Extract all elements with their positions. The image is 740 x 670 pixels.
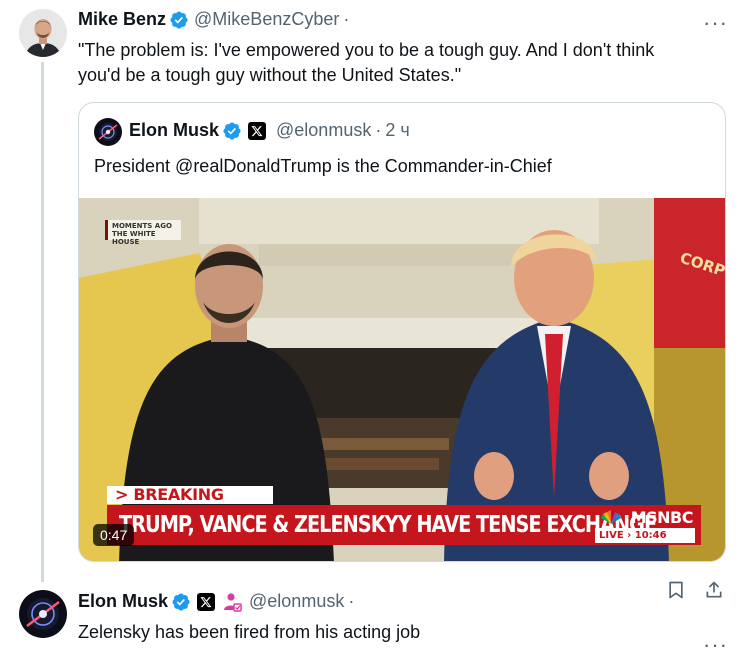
tweet-text-line: "The problem is: I've empowered you to b… bbox=[78, 40, 655, 60]
x-logo-icon bbox=[248, 121, 267, 140]
breaking-news-tag: > BREAKING NEWS bbox=[107, 486, 273, 522]
reply-author-handle[interactable]: @elonmusk bbox=[249, 591, 344, 612]
reply-more-options-icon[interactable]: ··· bbox=[703, 634, 728, 656]
tweet-text: "The problem is: I've empowered you to b… bbox=[78, 38, 654, 88]
quoted-author-name[interactable]: Elon Musk bbox=[129, 120, 219, 141]
quoted-author-handle[interactable]: @elonmusk bbox=[276, 120, 371, 141]
thread-line bbox=[41, 62, 44, 582]
reply-author-name[interactable]: Elon Musk bbox=[78, 591, 168, 612]
author-avatar[interactable] bbox=[19, 9, 67, 57]
news-lower-third: TRUMP, VANCE & ZELENSKYY HAVE TENSE EXCH… bbox=[107, 505, 701, 545]
bookmark-icon[interactable] bbox=[663, 577, 689, 603]
verified-badge-icon bbox=[223, 121, 241, 140]
bug-line: MOMENTS AGO bbox=[112, 222, 172, 230]
main-tweet[interactable]: Mike Benz @MikeBenzCyber · ··· "The prob… bbox=[0, 0, 740, 582]
reply-tweet-text: Zelensky has been fired from his acting … bbox=[78, 622, 421, 642]
more-options-icon[interactable]: ··· bbox=[703, 12, 728, 34]
news-headline: TRUMP, VANCE & ZELENSKYY HAVE TENSE EXCH… bbox=[119, 512, 657, 538]
quoted-author-avatar[interactable] bbox=[94, 118, 122, 146]
tweet-text-line: you'd be a tough guy without the United … bbox=[78, 65, 462, 85]
quoted-tweet-text: President @realDonaldTrump is the Comman… bbox=[94, 156, 552, 176]
x-logo-icon bbox=[197, 592, 216, 611]
quoted-tweet-card[interactable]: Elon Musk @elonmusk · 2 ч President @rea… bbox=[78, 102, 726, 562]
separator-dot: · bbox=[343, 9, 350, 29]
tweet-header: Mike Benz @MikeBenzCyber · bbox=[78, 9, 349, 30]
bug-line: THE WHITE HOUSE bbox=[112, 230, 156, 246]
channel-location-bug: MOMENTS AGO THE WHITE HOUSE bbox=[105, 220, 181, 246]
affiliate-icon bbox=[224, 592, 242, 612]
separator-dot: · bbox=[348, 591, 355, 611]
peacock-icon bbox=[601, 510, 621, 524]
video-duration: 0:47 bbox=[93, 524, 135, 546]
share-icon[interactable] bbox=[701, 577, 727, 603]
verified-badge-icon bbox=[170, 10, 188, 29]
author-name[interactable]: Mike Benz bbox=[78, 9, 166, 30]
network-name: MSNBC bbox=[630, 508, 694, 527]
author-handle[interactable]: @MikeBenzCyber bbox=[194, 9, 339, 30]
separator-dot: · bbox=[375, 120, 382, 140]
verified-badge-icon bbox=[172, 592, 190, 611]
reply-author-avatar[interactable] bbox=[19, 590, 67, 638]
quoted-tweet-header: Elon Musk @elonmusk · 2 ч bbox=[129, 120, 410, 141]
video-player[interactable]: CORP MOMENTS AGO THE WHITE HOUSE > BREAK… bbox=[79, 198, 725, 561]
network-logo: MSNBC LIVE › 10:46 bbox=[595, 506, 699, 544]
live-time: LIVE › 10:46 bbox=[595, 528, 695, 543]
timestamp[interactable]: 2 ч bbox=[385, 120, 409, 141]
reply-tweet-header: Elon Musk @elonmusk · bbox=[78, 591, 354, 612]
